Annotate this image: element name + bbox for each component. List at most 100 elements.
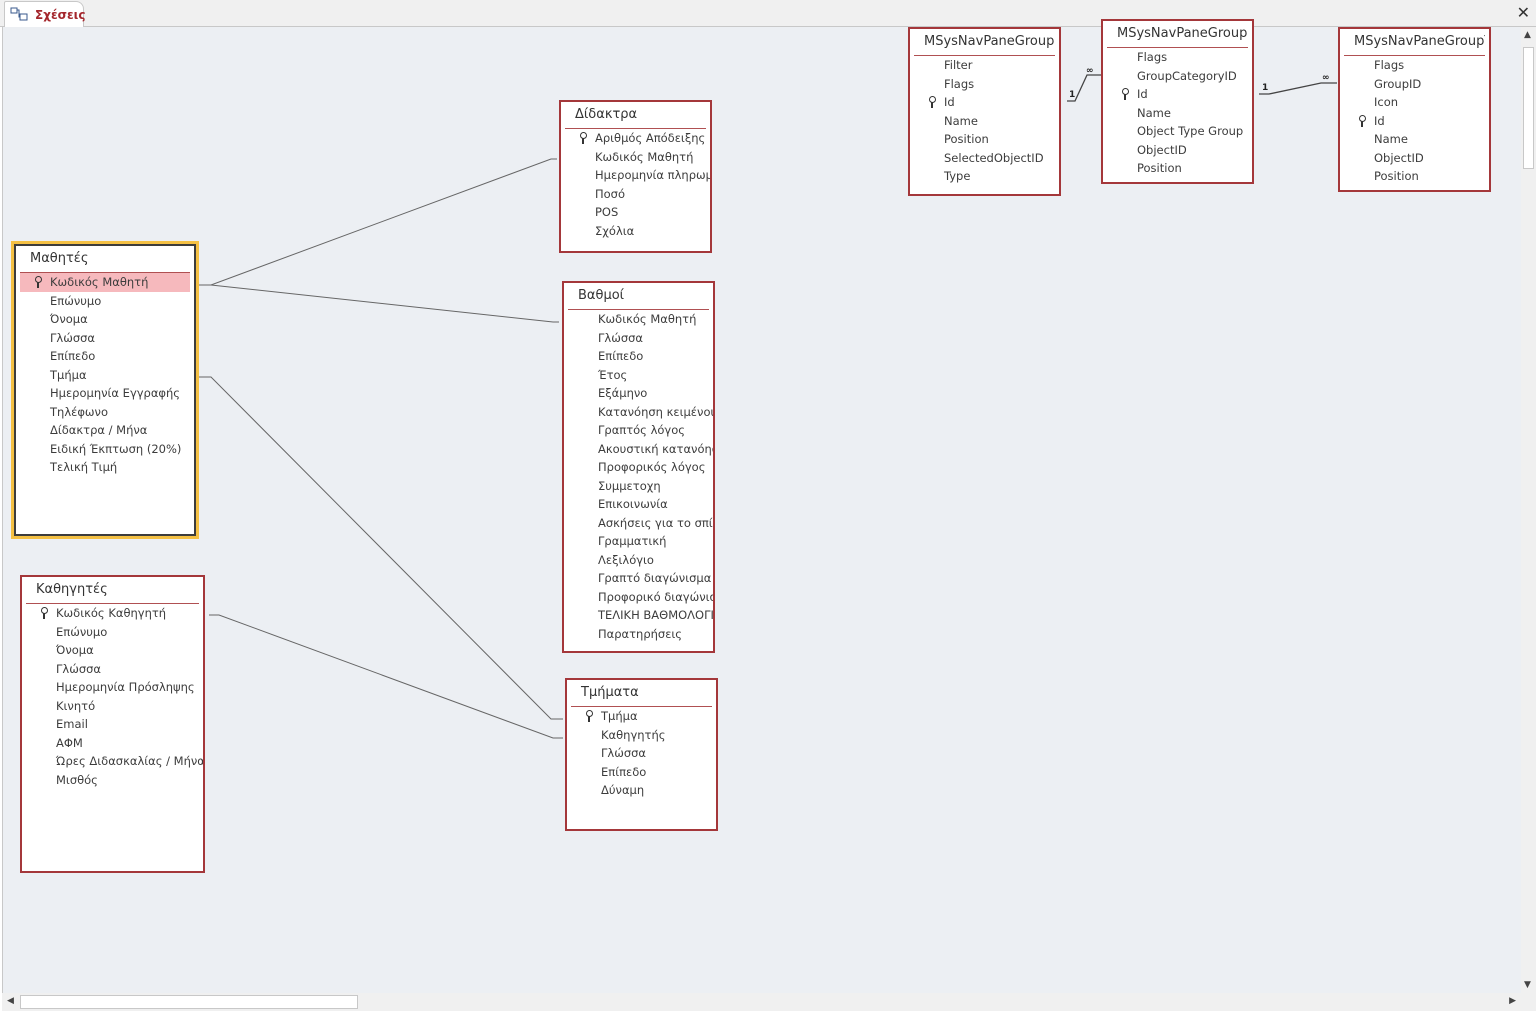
field-row[interactable]: Μισθός <box>22 771 203 790</box>
close-icon[interactable]: ✕ <box>1517 3 1530 22</box>
scroll-down-icon[interactable]: ▼ <box>1524 980 1531 990</box>
field-row[interactable]: Τμήμα <box>567 707 716 726</box>
table-title[interactable]: Μαθητές <box>20 246 190 273</box>
field-row[interactable]: Position <box>1340 167 1489 186</box>
field-row[interactable]: Ημερομηνία Πρόσληψης <box>22 678 203 697</box>
field-row[interactable]: Γλώσσα <box>16 329 194 348</box>
field-row[interactable]: Object Type Group <box>1103 122 1252 141</box>
field-row[interactable]: Λεξιλόγιο <box>564 551 713 570</box>
field-row[interactable]: Filter <box>910 56 1059 75</box>
table-title[interactable]: Τμήματα <box>571 680 712 707</box>
field-row[interactable]: Εξάμηνο <box>564 384 713 403</box>
field-name: Γλώσσα <box>56 661 102 676</box>
field-row[interactable]: Σχόλια <box>561 222 710 241</box>
field-row[interactable]: Επίπεδο <box>564 347 713 366</box>
field-row[interactable]: Γλώσσα <box>22 660 203 679</box>
field-row[interactable]: Κωδικός Καθηγητή <box>22 604 203 623</box>
field-row[interactable]: Γλώσσα <box>567 744 716 763</box>
field-row[interactable]: Γραμματική <box>564 532 713 551</box>
field-row[interactable]: Email <box>22 715 203 734</box>
field-row[interactable]: ObjectID <box>1340 149 1489 168</box>
field-row[interactable]: ObjectID <box>1103 141 1252 160</box>
field-row[interactable]: Γλώσσα <box>564 329 713 348</box>
field-row[interactable]: Type <box>910 167 1059 186</box>
field-row[interactable]: Κωδικός Μαθητή <box>20 273 190 292</box>
field-row[interactable]: Ώρες Διδασκαλίας / Μήνα <box>22 752 203 771</box>
field-row[interactable]: Name <box>1340 130 1489 149</box>
field-row[interactable]: Τηλέφωνο <box>16 403 194 422</box>
field-row[interactable]: Position <box>1103 159 1252 178</box>
table-kathigites[interactable]: Καθηγητές Κωδικός Καθηγητή Επώνυμο Όνομα… <box>20 575 205 873</box>
field-row[interactable]: GroupCategoryID <box>1103 67 1252 86</box>
field-row[interactable]: Επίπεδο <box>16 347 194 366</box>
field-row[interactable]: Γραπτός λόγος <box>564 421 713 440</box>
field-row[interactable]: Flags <box>1340 56 1489 75</box>
tab-relationships[interactable]: Σχέσεις <box>4 1 85 27</box>
field-row[interactable]: Παρατηρήσεις <box>564 625 713 644</box>
field-row[interactable]: SelectedObjectID <box>910 149 1059 168</box>
field-row[interactable]: Flags <box>910 75 1059 94</box>
scroll-up-icon[interactable]: ▲ <box>1524 30 1531 40</box>
field-row[interactable]: Id <box>1340 112 1489 131</box>
field-row[interactable]: Δύναμη <box>567 781 716 800</box>
table-vathmoi[interactable]: Βαθμοί Κωδικός Μαθητή Γλώσσα Επίπεδο Έτο… <box>562 281 715 653</box>
table-mathites[interactable]: Μαθητές Κωδικός Μαθητή Επώνυμο Όνομα Γλώ… <box>14 244 196 536</box>
table-msysnavpanegrouptoobjects[interactable]: MSysNavPaneGroupT... Flags GroupID Icon … <box>1338 27 1491 192</box>
field-name: Id <box>1374 113 1385 128</box>
table-title[interactable]: Δίδακτρα <box>565 102 706 129</box>
field-row[interactable]: Όνομα <box>16 310 194 329</box>
table-title[interactable]: MSysNavPaneGroupC... <box>914 29 1055 56</box>
field-row[interactable]: Id <box>910 93 1059 112</box>
table-msysnavpanegroups[interactable]: MSysNavPaneGroups Flags GroupCategoryID … <box>1101 19 1254 184</box>
field-row[interactable]: Ημερομηνία πληρωμής <box>561 166 710 185</box>
field-row[interactable]: GroupID <box>1340 75 1489 94</box>
field-row[interactable]: Κωδικός Μαθητή <box>561 148 710 167</box>
relationships-canvas[interactable]: 1 ∞ 1 ∞ Μαθητές Κωδικός Μαθητή Επώνυμο Ό… <box>2 19 1523 993</box>
field-row[interactable]: Τελική Τιμή <box>16 458 194 477</box>
field-row[interactable]: Position <box>910 130 1059 149</box>
field-row[interactable]: ΑΦΜ <box>22 734 203 753</box>
field-row[interactable]: Ακουστική κατανόηση <box>564 440 713 459</box>
field-row[interactable]: Κινητό <box>22 697 203 716</box>
field-row[interactable]: Name <box>910 112 1059 131</box>
table-didaktra[interactable]: Δίδακτρα Αριθμός Απόδειξης Κωδικός Μαθητ… <box>559 100 712 253</box>
field-row[interactable]: Ποσό <box>561 185 710 204</box>
field-row[interactable]: Icon <box>1340 93 1489 112</box>
horizontal-scroll-thumb[interactable] <box>20 995 358 1009</box>
table-title[interactable]: Καθηγητές <box>26 577 199 604</box>
table-tmimata[interactable]: Τμήματα Τμήμα Καθηγητής Γλώσσα Επίπεδο Δ… <box>565 678 718 831</box>
field-row[interactable]: Δίδακτρα / Μήνα <box>16 421 194 440</box>
field-row[interactable]: Αριθμός Απόδειξης <box>561 129 710 148</box>
table-title[interactable]: MSysNavPaneGroups <box>1107 21 1248 48</box>
table-title[interactable]: Βαθμοί <box>568 283 709 310</box>
table-msysnavpanegroupcategories[interactable]: MSysNavPaneGroupC... Filter Flags Id Nam… <box>908 27 1061 196</box>
field-row[interactable]: Flags <box>1103 48 1252 67</box>
field-row[interactable]: Τμήμα <box>16 366 194 385</box>
horizontal-scrollbar[interactable]: ◀ ▶ <box>2 993 1521 1011</box>
vertical-scrollbar[interactable]: ▲ ▼ <box>1521 27 1536 993</box>
field-row[interactable]: Κωδικός Μαθητή <box>564 310 713 329</box>
field-row[interactable]: Προφορικό διαγώνισμα <box>564 588 713 607</box>
field-row[interactable]: Κατανόηση κειμένου <box>564 403 713 422</box>
field-row[interactable]: Id <box>1103 85 1252 104</box>
field-row[interactable]: Ειδική Έκπτωση (20%) <box>16 440 194 459</box>
field-row[interactable]: Επίπεδο <box>567 763 716 782</box>
field-row[interactable]: Προφορικός λόγος <box>564 458 713 477</box>
scroll-right-icon[interactable]: ▶ <box>1509 996 1516 1006</box>
field-row[interactable]: Επικοινωνία <box>564 495 713 514</box>
field-row[interactable]: Γραπτό διαγώνισμα <box>564 569 713 588</box>
field-row[interactable]: POS <box>561 203 710 222</box>
field-row[interactable]: Ημερομηνία Εγγραφής <box>16 384 194 403</box>
scroll-left-icon[interactable]: ◀ <box>7 996 14 1006</box>
vertical-scroll-thumb[interactable] <box>1523 47 1534 169</box>
field-row[interactable]: Όνομα <box>22 641 203 660</box>
field-row[interactable]: Ασκήσεις για το σπίτι <box>564 514 713 533</box>
field-row[interactable]: Επώνυμο <box>22 623 203 642</box>
table-title[interactable]: MSysNavPaneGroupT... <box>1344 29 1485 56</box>
field-row[interactable]: Έτος <box>564 366 713 385</box>
field-row[interactable]: Επώνυμο <box>16 292 194 311</box>
field-row[interactable]: Συμμετοχη <box>564 477 713 496</box>
field-row[interactable]: Name <box>1103 104 1252 123</box>
field-row[interactable]: Καθηγητής <box>567 726 716 745</box>
field-row[interactable]: ΤΕΛΙΚΗ ΒΑΘΜΟΛΟΓΙΑ <box>564 606 713 625</box>
